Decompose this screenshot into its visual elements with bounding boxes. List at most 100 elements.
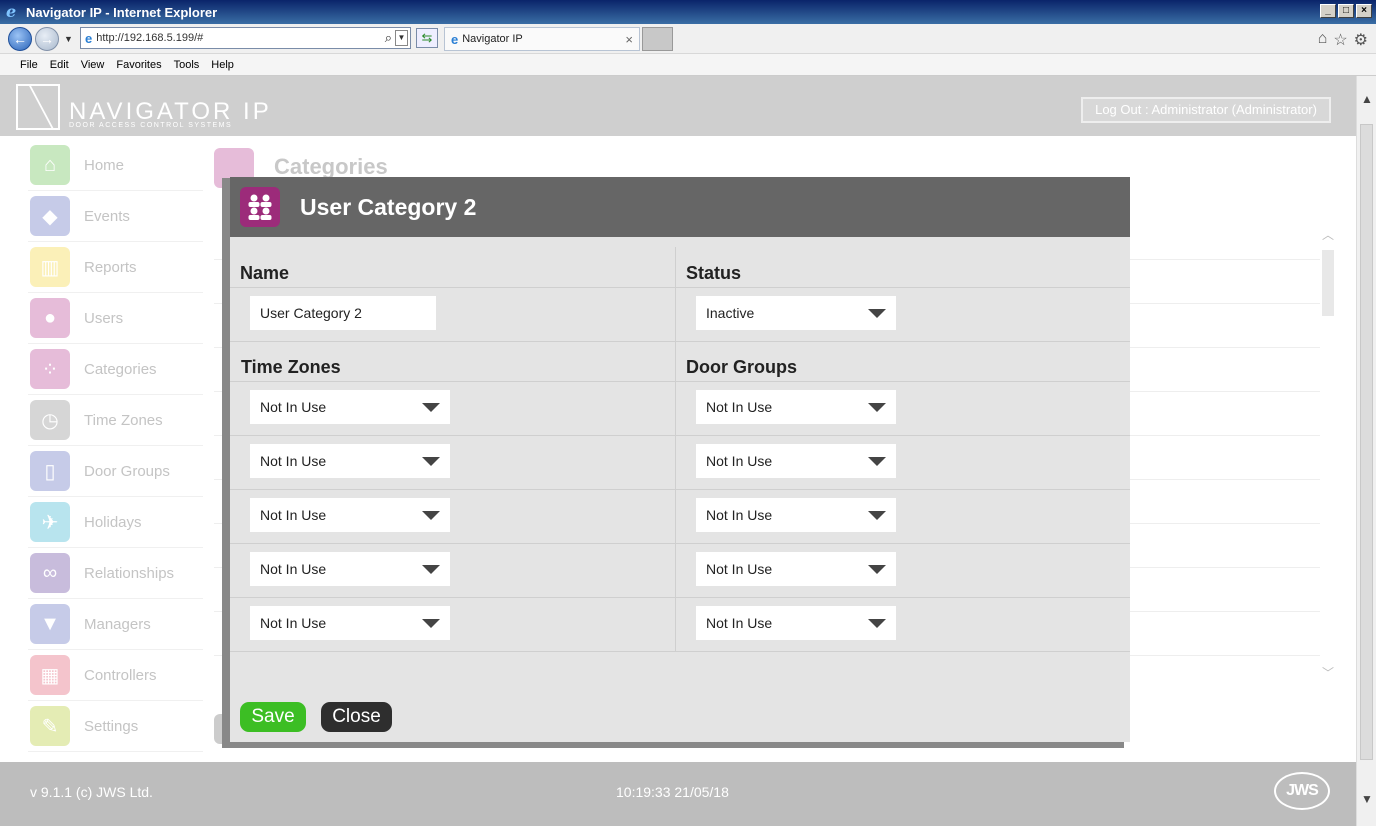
page-scrollbar[interactable]: ▲ ▼ <box>1356 76 1376 826</box>
tab-close-icon[interactable]: × <box>625 32 633 47</box>
modal-title: User Category 2 <box>300 194 477 220</box>
maximize-button[interactable]: □ <box>1338 4 1354 18</box>
address-url: http://192.168.5.199/# <box>96 32 204 44</box>
door-group-select-value: Not In Use <box>706 453 773 469</box>
wrench-icon: ✎ <box>30 706 70 746</box>
menu-file[interactable]: File <box>20 59 38 71</box>
divider <box>230 597 1130 598</box>
close-window-button[interactable]: × <box>1356 4 1372 18</box>
time-zone-select-5[interactable]: Not In Use <box>250 606 450 640</box>
sidebar-item-events[interactable]: ◆ Events <box>28 191 203 242</box>
sidebar-item-users[interactable]: ● Users <box>28 293 203 344</box>
time-zone-select-2[interactable]: Not In Use <box>250 444 450 478</box>
chevron-down-icon <box>422 619 440 628</box>
sidebar-item-door-groups[interactable]: ▯ Door Groups <box>28 446 203 497</box>
door-group-select-2[interactable]: Not In Use <box>696 444 896 478</box>
home-icon[interactable]: ⌂ <box>1318 30 1328 50</box>
app-footer: v 9.1.1 (c) JWS Ltd. 10:19:33 21/05/18 J… <box>0 762 1356 826</box>
search-icon[interactable]: ⌕ <box>385 30 392 46</box>
divider <box>230 489 1130 490</box>
sidebar-item-reports[interactable]: ▥ Reports <box>28 242 203 293</box>
sidebar-item-label: Managers <box>84 615 151 633</box>
home-icon: ⌂ <box>30 145 70 185</box>
time-zone-select-1[interactable]: Not In Use <box>250 390 450 424</box>
name-input[interactable] <box>250 296 436 330</box>
favorites-star-icon[interactable]: ☆ <box>1333 30 1347 50</box>
sidebar-item-label: Holidays <box>84 513 142 531</box>
minimize-button[interactable]: _ <box>1320 4 1336 18</box>
time-zone-select-value: Not In Use <box>260 453 327 469</box>
menu-bar: File Edit View Favorites Tools Help <box>0 54 1376 76</box>
version-text: v 9.1.1 (c) JWS Ltd. <box>30 784 153 800</box>
scroll-down-icon[interactable]: ﹀ <box>1322 664 1334 681</box>
menu-favorites[interactable]: Favorites <box>116 59 161 71</box>
sidebar-item-label: Time Zones <box>84 411 163 429</box>
window-titlebar: e Navigator IP - Internet Explorer _ □ × <box>0 0 1376 24</box>
status-value: Inactive <box>706 305 755 321</box>
gear-icon[interactable]: ⚙ <box>1354 30 1368 50</box>
time-zone-select-value: Not In Use <box>260 507 327 523</box>
door-group-select-5[interactable]: Not In Use <box>696 606 896 640</box>
list-scroll-thumb[interactable] <box>1322 250 1334 316</box>
scroll-up-icon[interactable]: ︿ <box>1322 226 1334 243</box>
new-tab-button[interactable] <box>642 27 673 51</box>
forward-button[interactable]: → <box>35 27 59 51</box>
page-scroll-thumb[interactable] <box>1360 124 1373 760</box>
page-scroll-up-icon[interactable]: ▲ <box>1361 92 1373 106</box>
menu-edit[interactable]: Edit <box>50 59 69 71</box>
jws-logo: JWS <box>1274 772 1330 810</box>
sidebar-item-label: Door Groups <box>84 462 170 480</box>
sidebar-item-categories[interactable]: ⁘ Categories <box>28 344 203 395</box>
back-button[interactable]: ← <box>8 27 32 51</box>
sidebar-item-relationships[interactable]: ∞ Relationships <box>28 548 203 599</box>
page-icon: e <box>85 30 93 46</box>
sidebar-item-controllers[interactable]: ▦ Controllers <box>28 650 203 701</box>
door-group-select-3[interactable]: Not In Use <box>696 498 896 532</box>
tie-icon: ▼ <box>30 604 70 644</box>
network-icon: ▦ <box>30 655 70 695</box>
address-bar[interactable]: e http://192.168.5.199/# ⌕ ▼ <box>80 27 411 49</box>
chevron-down-icon <box>868 457 886 466</box>
chevron-down-icon <box>868 511 886 520</box>
logout-button[interactable]: Log Out : Administrator (Administrator) <box>1081 97 1331 123</box>
sidebar-item-label: Reports <box>84 258 137 276</box>
list-scrollbar[interactable]: ︿ ﹀ <box>1320 216 1336 686</box>
sidebar-item-label: Home <box>84 156 125 174</box>
time-zone-select-3[interactable]: Not In Use <box>250 498 450 532</box>
sidebar-item-holidays[interactable]: ✈ Holidays <box>28 497 203 548</box>
refresh-button[interactable]: ⇆ <box>416 28 438 48</box>
time-zone-select-4[interactable]: Not In Use <box>250 552 450 586</box>
close-button[interactable]: Close <box>321 702 392 732</box>
browser-toolbar-icons: ⌂ ☆ ⚙ <box>1318 30 1368 50</box>
address-dropdown-icon[interactable]: ▼ <box>395 30 408 46</box>
door-group-select-value: Not In Use <box>706 399 773 415</box>
sidebar-item-home[interactable]: ⌂ Home <box>28 140 203 191</box>
clock-icon: ◷ <box>30 400 70 440</box>
column-divider <box>675 247 676 652</box>
sidebar-item-managers[interactable]: ▼ Managers <box>28 599 203 650</box>
menu-help[interactable]: Help <box>211 59 234 71</box>
sidebar-item-label: Relationships <box>84 564 175 582</box>
menu-view[interactable]: View <box>81 59 105 71</box>
divider <box>230 543 1130 544</box>
divider <box>230 381 1130 382</box>
category-modal: User Category 2 Name Status Inactive Tim… <box>230 177 1130 742</box>
browser-tab[interactable]: e Navigator IP × <box>444 27 640 51</box>
sidebar-item-settings[interactable]: ✎ Settings <box>28 701 203 752</box>
history-dropdown-icon[interactable]: ▼ <box>64 34 73 44</box>
door-group-select-1[interactable]: Not In Use <box>696 390 896 424</box>
status-select[interactable]: Inactive <box>696 296 896 330</box>
door-icon: ▯ <box>30 451 70 491</box>
save-button[interactable]: Save <box>240 702 306 732</box>
page-scroll-down-icon[interactable]: ▼ <box>1361 792 1373 806</box>
user-icon: ● <box>30 298 70 338</box>
door-group-select-4[interactable]: Not In Use <box>696 552 896 586</box>
categories-icon: ⁘ <box>30 349 70 389</box>
menu-tools[interactable]: Tools <box>174 59 200 71</box>
link-icon: ∞ <box>30 553 70 593</box>
sidebar-item-label: Controllers <box>84 666 157 684</box>
time-zone-select-value: Not In Use <box>260 615 327 631</box>
sidebar-item-time-zones[interactable]: ◷ Time Zones <box>28 395 203 446</box>
chevron-down-icon <box>422 457 440 466</box>
name-label: Name <box>240 263 290 283</box>
